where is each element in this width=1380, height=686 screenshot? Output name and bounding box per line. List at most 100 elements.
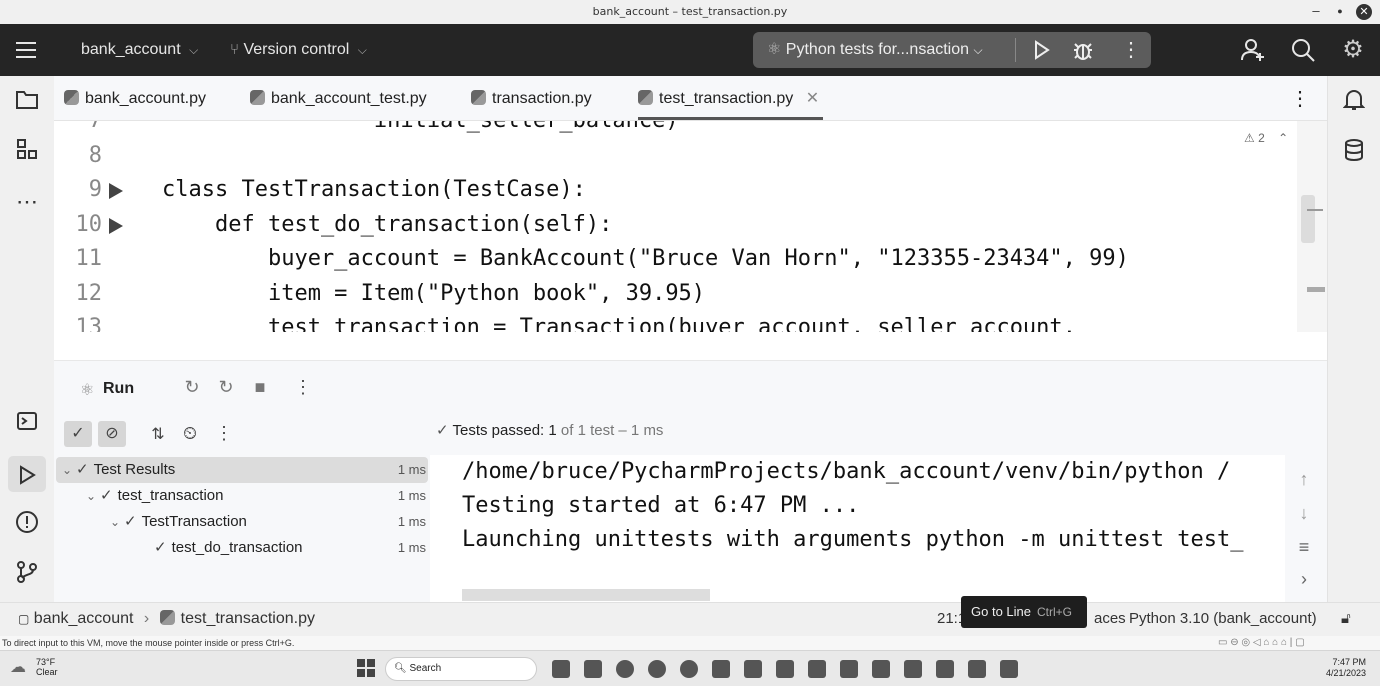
problems-icon[interactable]	[13, 510, 41, 538]
tree-item-test-do-transaction[interactable]: ✓ test_do_transaction 1 ms	[56, 535, 428, 561]
brave-browser-icon[interactable]	[1000, 660, 1018, 678]
sort-icon[interactable]: ⇅	[146, 424, 170, 444]
run-icon[interactable]	[1029, 38, 1053, 67]
search-icon[interactable]	[1290, 37, 1316, 68]
project-folder-icon[interactable]	[13, 88, 41, 116]
code-line: buyer_account = BankAccount("Bruce Van H…	[162, 246, 1129, 271]
run-console-output[interactable]: /home/bruce/PycharmProjects/bank_account…	[430, 455, 1285, 602]
tab-label: test_transaction.py	[659, 90, 794, 107]
browser-icon[interactable]	[616, 660, 634, 678]
main-toolbar: bank_account ⌵ ⑂ Version control ⌵ ⚛ Pyt…	[0, 24, 1380, 76]
tab-transaction-py[interactable]: transaction.py	[471, 76, 592, 120]
tests-passed-status: ✓ Tests passed: 1 of 1 test – 1 ms	[436, 421, 663, 439]
scrollbar-thumb[interactable]	[1301, 195, 1315, 243]
rerun-icon[interactable]: ↻	[180, 377, 204, 398]
close-tab-icon[interactable]: ✕	[806, 90, 819, 107]
structure-icon[interactable]	[13, 138, 41, 166]
vm-hint-text: To direct input to this VM, move the mou…	[2, 638, 295, 648]
module-square-icon: ▢	[18, 612, 30, 626]
teams-icon[interactable]	[712, 660, 730, 678]
breadcrumb-project[interactable]: bank_account	[34, 610, 134, 627]
line-number: 13	[75, 315, 103, 332]
os-taskbar: ☁ 73°F Clear 🔍︎ Search 7:47 PM 4/21/2023	[0, 650, 1380, 686]
maximize-icon[interactable]: ●	[1330, 6, 1350, 16]
database-icon[interactable]	[1340, 138, 1368, 166]
close-window-icon[interactable]: ✕	[1356, 4, 1372, 20]
line-number: 10	[75, 212, 103, 237]
tab-test-transaction-py[interactable]: test_transaction.py ✕	[638, 76, 824, 120]
console-horizontal-scrollbar[interactable]	[462, 589, 710, 601]
add-user-icon[interactable]	[1240, 37, 1266, 68]
line-number: 7	[54, 121, 102, 133]
chrome-icon[interactable]	[680, 660, 698, 678]
start-windows-icon[interactable]	[357, 659, 375, 677]
tab-bank-account-py[interactable]: bank_account.py	[64, 76, 206, 120]
app-icon[interactable]	[872, 660, 890, 678]
code-line: initial_seller_balance)	[162, 121, 679, 133]
app-icon[interactable]	[776, 660, 794, 678]
more-tools-icon[interactable]: ⋯	[13, 188, 41, 216]
more-options-icon[interactable]: ⋮	[291, 377, 315, 398]
chevron-right-icon[interactable]: ›	[1292, 569, 1316, 590]
word-icon[interactable]	[808, 660, 826, 678]
run-test-gutter-icon[interactable]	[109, 218, 123, 234]
lock-icon[interactable]: 🔓︎	[1341, 603, 1351, 637]
indent-setting[interactable]: aces	[1094, 603, 1126, 637]
terminal-icon[interactable]	[13, 410, 41, 438]
more-actions-icon[interactable]: ⋮	[1119, 38, 1143, 62]
taskbar-search[interactable]: 🔍︎ Search	[385, 657, 537, 681]
tree-item-test-transaction-class[interactable]: ⌄ ✓ TestTransaction 1 ms	[56, 509, 428, 535]
file-explorer-icon[interactable]	[584, 660, 602, 678]
system-clock[interactable]: 7:47 PM 4/21/2023	[1310, 657, 1366, 679]
app-icon[interactable]	[904, 660, 922, 678]
python-file-icon	[250, 90, 265, 105]
app-icon[interactable]	[840, 660, 858, 678]
tab-options-icon[interactable]: ⋮	[1290, 76, 1310, 120]
tab-bank-account-test-py[interactable]: bank_account_test.py	[250, 76, 427, 120]
weather-icon[interactable]: ☁	[10, 657, 26, 677]
vmware-icon[interactable]	[968, 660, 986, 678]
chevron-down-icon: ⌵	[357, 43, 367, 57]
weather-widget[interactable]: 73°F Clear	[36, 657, 58, 677]
minimize-icon[interactable]: –	[1306, 3, 1326, 18]
show-ignored-toggle[interactable]: ⊘	[98, 421, 126, 447]
breadcrumb-file[interactable]: test_transaction.py	[181, 610, 315, 627]
more-options-icon[interactable]: ⋮	[212, 423, 236, 444]
project-selector[interactable]: bank_account ⌵	[81, 24, 198, 76]
python-file-icon	[638, 90, 653, 105]
check-icon: ✓	[76, 461, 89, 478]
scroll-up-arrow-icon[interactable]: ↑	[1292, 469, 1316, 490]
interpreter-selector[interactable]: Python 3.10 (bank_account)	[1129, 603, 1317, 637]
vm-hint-bar: To direct input to this VM, move the mou…	[0, 636, 1380, 650]
git-icon[interactable]	[13, 560, 41, 588]
stop-icon[interactable]: ■	[248, 377, 272, 398]
run-test-gutter-icon[interactable]	[109, 183, 123, 199]
tree-item-test-transaction-module[interactable]: ⌄ ✓ test_transaction 1 ms	[56, 483, 428, 509]
app-icon[interactable]	[648, 660, 666, 678]
version-control-selector[interactable]: ⑂ Version control ⌵	[230, 24, 367, 76]
notifications-bell-icon[interactable]	[1340, 88, 1368, 116]
code-editor[interactable]: 7 initial_seller_balance) 8 9 class Test…	[54, 121, 1327, 332]
tree-item-test-results[interactable]: ⌄ ✓ Test Results 1 ms	[56, 457, 428, 483]
python-file-icon	[159, 610, 175, 625]
run-config-selector[interactable]: ⚛ Python tests for...nsaction ⌵	[767, 32, 983, 68]
settings-gear-icon[interactable]: ⚙	[1340, 37, 1366, 63]
main-menu-icon[interactable]	[14, 38, 38, 67]
python-file-icon	[64, 90, 79, 105]
rerun-failed-icon[interactable]: ↻	[214, 377, 238, 398]
app-icon[interactable]	[744, 660, 762, 678]
scroll-down-arrow-icon[interactable]: ↓	[1292, 503, 1316, 524]
run-tool-window-icon[interactable]	[8, 456, 46, 492]
chevron-up-icon[interactable]: ⌃	[1278, 131, 1288, 145]
vm-device-icons: ▭ ⊖ ◎ ◁ ⌂ ⌂ ⌂ | ▢	[1218, 637, 1305, 648]
test-duration: 1 ms	[397, 462, 426, 477]
show-passed-toggle[interactable]: ✓	[64, 421, 92, 447]
soft-wrap-icon[interactable]: ≡	[1292, 537, 1316, 558]
chevron-down-icon: ⌄	[62, 463, 73, 477]
app-icon[interactable]	[936, 660, 954, 678]
editor-vertical-scrollbar[interactable]	[1297, 121, 1327, 332]
chevron-right-icon: ›	[143, 610, 150, 627]
history-clock-icon[interactable]: ⏲	[178, 423, 202, 444]
task-view-icon[interactable]	[552, 660, 570, 678]
debug-icon[interactable]	[1071, 38, 1095, 67]
